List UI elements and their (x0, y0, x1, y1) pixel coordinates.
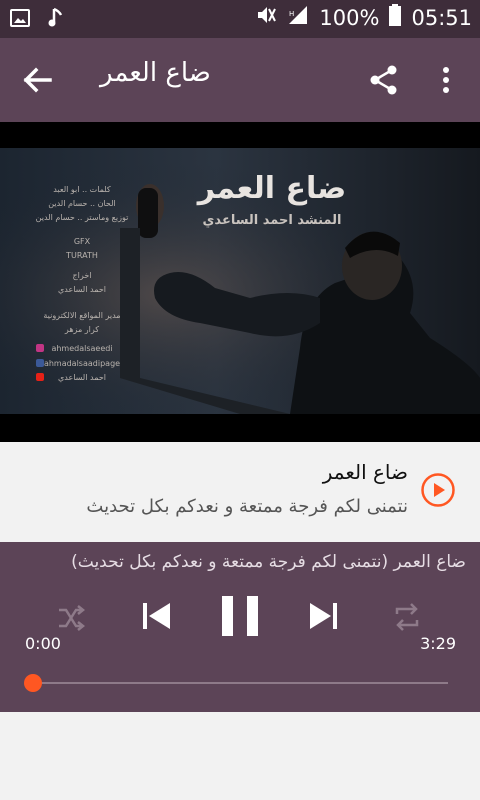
video-credit-line: كلمات .. ابو العبد (53, 185, 111, 194)
more-options-icon[interactable] (436, 62, 456, 98)
video-credit-line: GFX (74, 237, 91, 246)
song-info[interactable]: ضاع العمر نتمنى لكم فرجة ممتعة و نعدكم ب… (0, 442, 480, 542)
current-time: 0:00 (25, 634, 61, 653)
video-credit-line: TURATH (65, 251, 98, 260)
battery-icon (389, 4, 402, 31)
song-description: نتمنى لكم فرجة ممتعة و نعدكم بكل تحديث (86, 496, 408, 517)
youtube-icon (36, 373, 44, 381)
shuffle-icon[interactable] (56, 604, 86, 636)
skip-next-icon[interactable] (308, 600, 340, 636)
song-name: ضاع العمر (322, 460, 408, 484)
seek-thumb[interactable] (24, 674, 42, 692)
video-title-art: ضاع العمر (196, 171, 346, 206)
gallery-icon (10, 8, 30, 32)
video-credit-line: احمد الساعدي (58, 373, 106, 382)
video-thumbnail: ضاع العمر المنشد احمد الساعدي كلمات .. ابو… (0, 148, 480, 414)
video-credit-line: الحان .. حسام الدين (48, 199, 116, 208)
video-credit-line: احمد الساعدي (58, 285, 106, 294)
back-arrow-icon[interactable] (20, 62, 56, 98)
track-title: ضاع العمر (نتمنى لكم فرجة ممتعة و نعدكم … (71, 552, 466, 572)
video-credit-line: توزيع وماستر .. حسام الدين (36, 213, 129, 222)
status-bar: H 100% 05:51 (0, 0, 480, 38)
svg-text:H: H (289, 10, 294, 18)
skip-previous-icon[interactable] (140, 600, 172, 636)
video-credit-line: مدير المواقع الالكترونية (43, 311, 120, 320)
facebook-icon (36, 359, 44, 367)
app-toolbar: ضاع العمر (0, 38, 480, 122)
play-circle-icon[interactable] (420, 472, 456, 508)
instagram-icon (36, 344, 44, 352)
signal-icon: H (287, 4, 309, 31)
total-time: 3:29 (420, 634, 456, 653)
mute-icon (255, 4, 277, 31)
battery-percent: 100% (319, 5, 380, 30)
pause-icon[interactable] (220, 594, 260, 642)
video-credit-line: ahmadalsaadipage (44, 359, 120, 368)
playback-controls (0, 592, 480, 642)
video-player[interactable]: ضاع العمر المنشد احمد الساعدي كلمات .. ابو… (0, 122, 480, 442)
bottom-area (0, 712, 480, 800)
video-credit-line: ahmedalsaeedi (51, 344, 112, 353)
seek-bar[interactable] (24, 674, 448, 692)
media-player: ضاع العمر (نتمنى لكم فرجة ممتعة و نعدكم … (0, 542, 480, 712)
repeat-icon[interactable] (392, 602, 422, 636)
video-credit-line: كرار مزهر (64, 325, 99, 334)
page-title: ضاع العمر (100, 58, 211, 88)
music-note-icon (48, 7, 64, 33)
clock: 05:51 (411, 5, 472, 30)
video-credit-line: اخراج (73, 271, 92, 280)
share-icon[interactable] (368, 64, 400, 96)
video-subtitle-art: المنشد احمد الساعدي (203, 213, 342, 228)
